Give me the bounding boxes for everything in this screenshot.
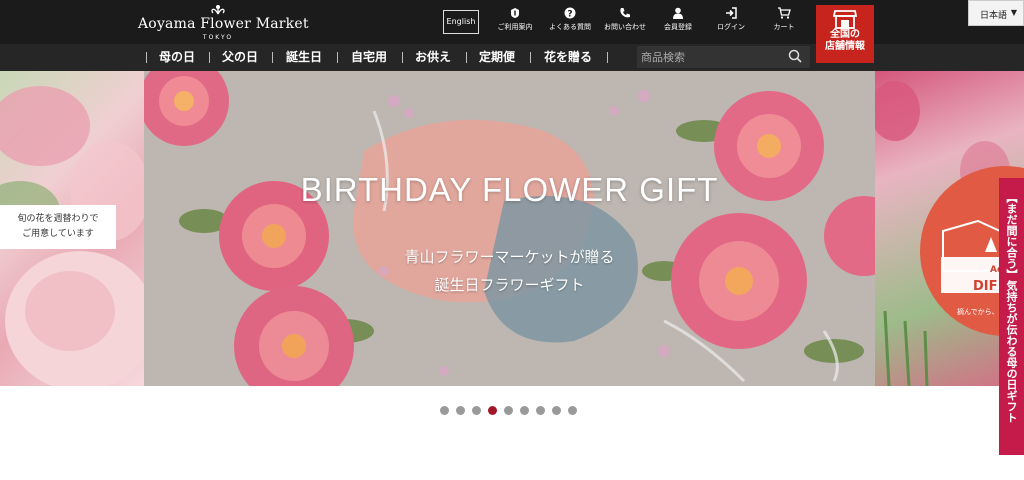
logo-name: Aoyama Flower Market: [138, 16, 309, 32]
search-input[interactable]: [637, 46, 787, 68]
svg-text:?: ?: [567, 10, 572, 20]
login-icon: [726, 7, 737, 19]
carousel-dot[interactable]: [552, 406, 561, 415]
nav-separator: [530, 52, 531, 63]
language-select[interactable]: 日本語 ▼: [968, 0, 1024, 26]
carousel-dot[interactable]: [488, 406, 497, 415]
carousel-dot[interactable]: [472, 406, 481, 415]
site-logo[interactable]: Aoyama Flower Market TOKYO: [138, 4, 309, 42]
hero-subtitle-line-1: 青山フラワーマーケットが贈る: [404, 248, 615, 266]
cart-link[interactable]: カート: [760, 7, 808, 39]
language-value: 日本語: [980, 11, 1008, 21]
category-gift[interactable]: 花を贈る: [544, 44, 592, 71]
guide-label: ご利用案内: [497, 23, 533, 31]
flower-logo-icon: [211, 5, 225, 15]
shop-icon: [833, 10, 857, 29]
category-mothers-day[interactable]: 母の日: [159, 44, 195, 71]
store-label-2: 店舗情報: [825, 41, 865, 52]
cart-icon: [778, 7, 791, 19]
contact-label: お問い合わせ: [604, 23, 646, 31]
carousel-dot[interactable]: [520, 406, 529, 415]
nav-separator: [337, 52, 338, 63]
carousel-dot[interactable]: [440, 406, 449, 415]
category-offering[interactable]: お供え: [415, 44, 451, 71]
faq-icon: ?: [564, 7, 576, 19]
carousel-dot[interactable]: [504, 406, 513, 415]
category-home-use[interactable]: 自宅用: [351, 44, 387, 71]
category-fathers-day[interactable]: 父の日: [222, 44, 258, 71]
guide-link[interactable]: ご利用案内: [491, 7, 539, 39]
mothers-day-side-banner[interactable]: 【まだ間に合う】気持ちが伝わる母の日ギフト: [999, 178, 1024, 455]
prev-slide[interactable]: 旬の花を週替わりで ご用意しています: [0, 71, 155, 386]
register-link[interactable]: 会員登録: [654, 7, 702, 39]
carousel-dot[interactable]: [568, 406, 577, 415]
nav-separator: [272, 52, 273, 63]
guide-icon: [511, 8, 519, 18]
nav-separator: [466, 52, 467, 63]
faq-label: よくある質問: [549, 23, 591, 31]
login-link[interactable]: ログイン: [707, 7, 755, 39]
nav-separator: [146, 52, 147, 63]
nav-separator: [209, 52, 210, 63]
carousel-dot[interactable]: [536, 406, 545, 415]
hero-subtitle: 青山フラワーマーケットが贈る 誕生日フラワーギフト: [144, 243, 875, 299]
category-birthday[interactable]: 誕生日: [286, 44, 322, 71]
hero-title: BIRTHDAY FLOWER GIFT: [300, 171, 719, 208]
search-icon[interactable]: [788, 49, 802, 63]
hero-subtitle-line-2: 誕生日フラワーギフト: [434, 276, 585, 294]
search-box: [637, 46, 810, 68]
nav-separator: [402, 52, 403, 63]
chevron-down-icon: ▼: [1010, 8, 1017, 17]
caption-line-2: ご用意しています: [22, 229, 94, 239]
dahlia-bouquet-image: [139, 71, 904, 386]
store-info-button[interactable]: 全国の 店舗情報: [816, 5, 874, 63]
left-slide-caption: 旬の花を週替わりで ご用意しています: [0, 205, 116, 249]
current-slide[interactable]: [139, 71, 904, 386]
store-label-1: 全国の: [830, 29, 860, 40]
register-label: 会員登録: [664, 23, 692, 31]
nav-separator: [607, 52, 608, 63]
logo-sub: TOKYO: [202, 34, 234, 41]
caption-line-1: 旬の花を週替わりで: [17, 214, 99, 224]
cart-label: カート: [773, 23, 795, 31]
right-slide-text-2: DIF: [973, 279, 998, 294]
user-icon: [673, 7, 683, 19]
contact-link[interactable]: お問い合わせ: [601, 7, 649, 39]
phone-icon: [620, 8, 630, 18]
faq-link[interactable]: ? よくある質問: [546, 7, 594, 39]
carousel-dot[interactable]: [456, 406, 465, 415]
category-subscription[interactable]: 定期便: [479, 44, 515, 71]
hero-carousel: 旬の花を週替わりで ご用意しています Ao DIF 摘んでから、ま BIRTHD…: [0, 71, 1024, 386]
login-label: ログイン: [717, 23, 745, 31]
english-button[interactable]: English: [443, 10, 479, 34]
